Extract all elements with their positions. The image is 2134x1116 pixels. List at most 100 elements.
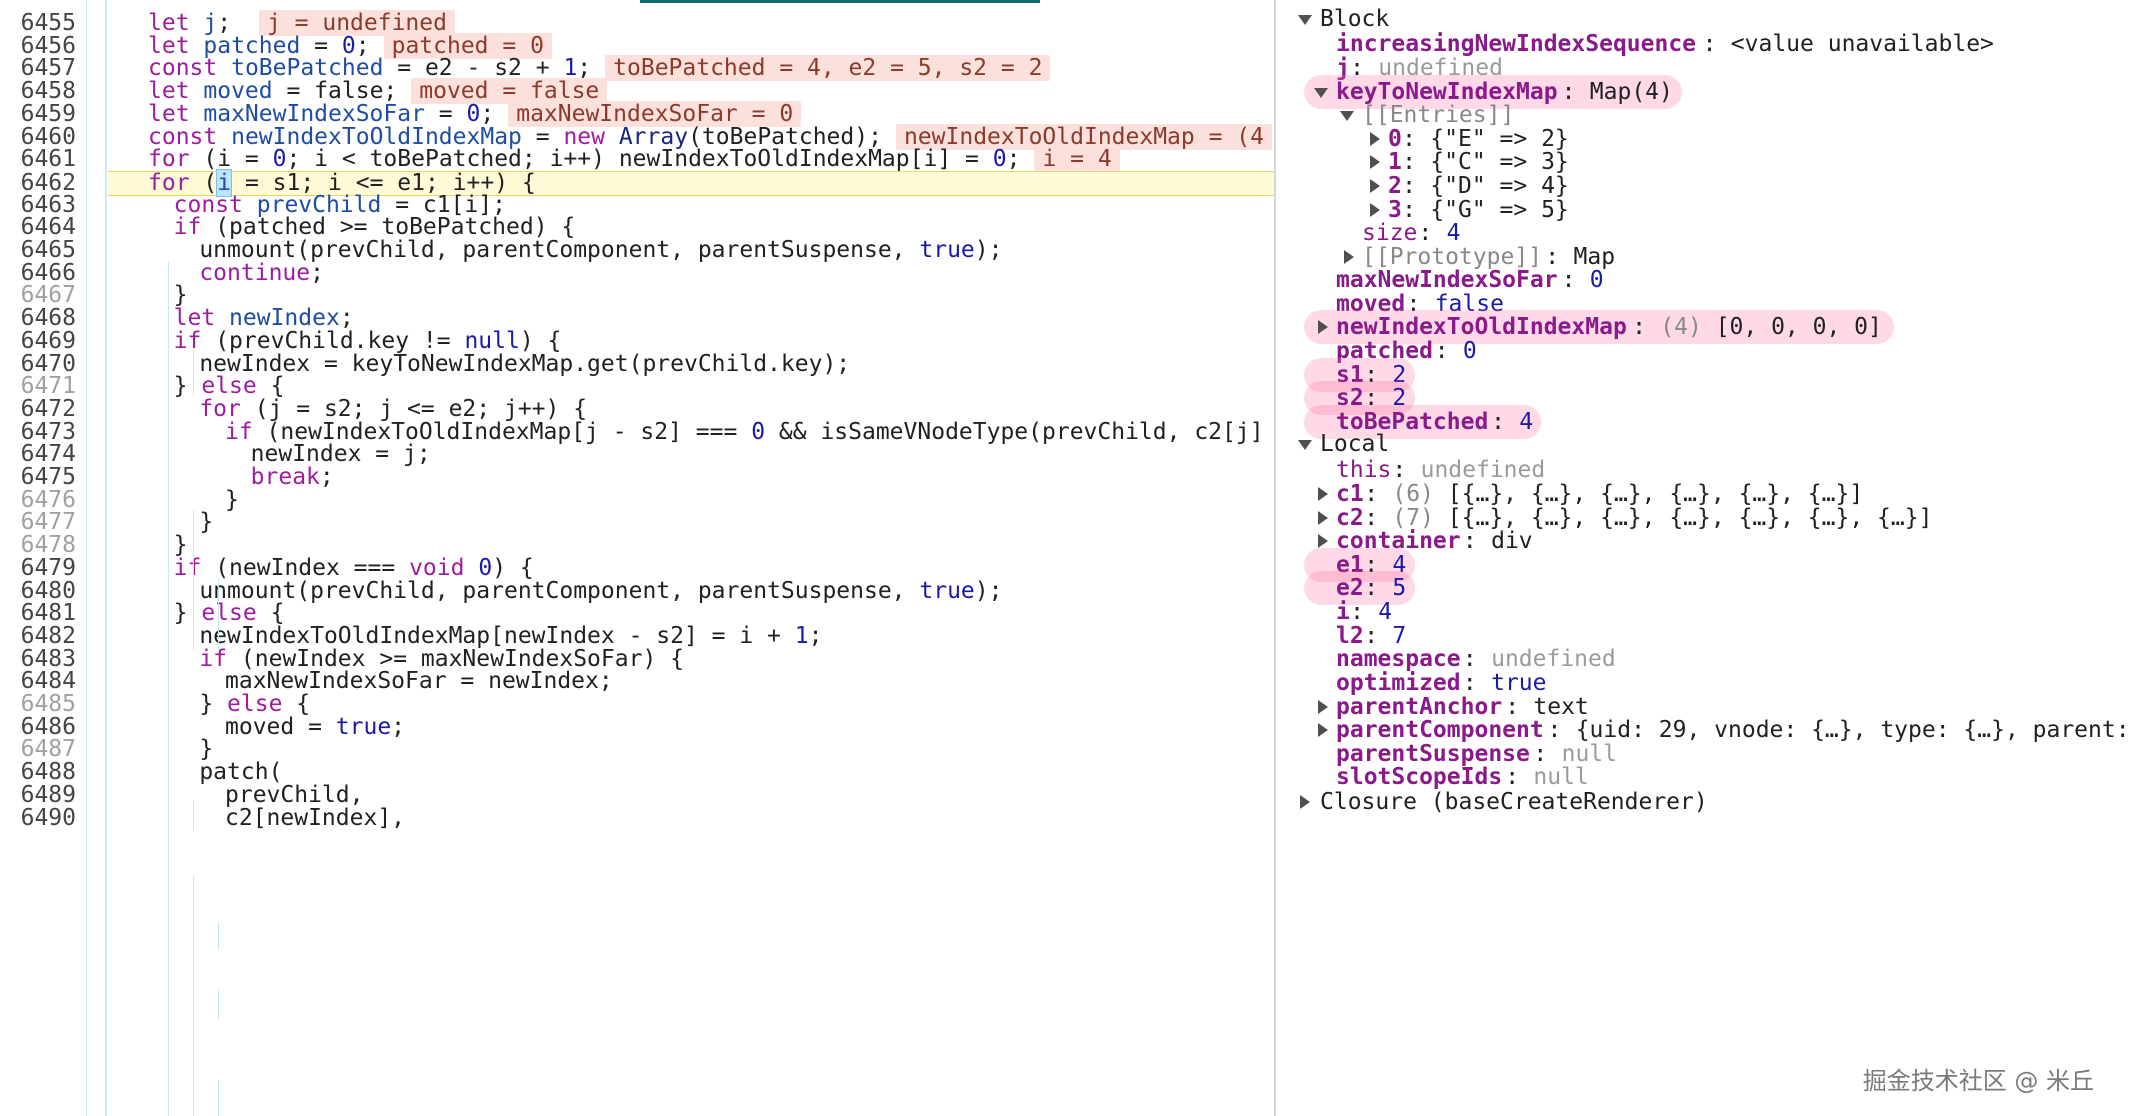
code-line[interactable]: 6467}	[0, 284, 1274, 307]
line-source: const prevChild = c1[i];	[174, 193, 506, 217]
line-number[interactable]: 6482	[0, 625, 76, 648]
collapsed-triangle-icon[interactable]	[1318, 699, 1328, 714]
code-line[interactable]: 6485} else {	[0, 693, 1274, 716]
line-number[interactable]: 6467	[0, 284, 76, 307]
code-line[interactable]: 6457 const toBePatched = e2 - s2 + 1; toBe…	[0, 55, 1274, 82]
code-line[interactable]: 6478}	[0, 534, 1274, 557]
line-number[interactable]: 6480	[0, 579, 76, 603]
line-number[interactable]: 6468	[0, 307, 76, 330]
line-number[interactable]: 6472	[0, 398, 76, 421]
collapsed-triangle-icon[interactable]	[1370, 178, 1380, 193]
code-line[interactable]: 6474 newIndex = j;	[0, 443, 1274, 466]
line-number[interactable]: 6487	[0, 738, 76, 761]
line-number[interactable]: 6471	[0, 375, 76, 398]
line-number[interactable]: 6476	[0, 488, 76, 512]
code-token: ;	[319, 464, 334, 490]
line-number[interactable]: 6486	[0, 715, 76, 739]
code-line[interactable]: 6473 if (newIndexToOldIndexMap[j - s2] ==…	[0, 420, 1274, 444]
collapsed-triangle-icon[interactable]	[1370, 131, 1380, 146]
collapsed-triangle-icon[interactable]	[1300, 795, 1310, 809]
code-line[interactable]: 6481} else {	[0, 602, 1274, 625]
line-number[interactable]: 6485	[0, 693, 76, 716]
collapsed-triangle-icon[interactable]	[1318, 723, 1328, 738]
code-line[interactable]: 6490 c2[newIndex],	[0, 806, 1274, 830]
line-number[interactable]: 6461	[0, 148, 76, 171]
code-line[interactable]: 6476}	[0, 488, 1274, 512]
line-number[interactable]: 6457	[0, 57, 76, 80]
collapsed-triangle-icon[interactable]	[1318, 320, 1328, 335]
code-token: }	[173, 600, 202, 627]
code-line[interactable]: 6466 continue;	[0, 261, 1274, 285]
collapsed-triangle-icon[interactable]	[1344, 249, 1354, 264]
code-line[interactable]: 6464 if (patched >= toBePatched) {	[0, 216, 1274, 239]
expanded-triangle-icon[interactable]	[1314, 87, 1328, 98]
code-line[interactable]: 6472 for (j = s2; j <= e2; j++) {	[0, 397, 1274, 421]
line-number[interactable]: 6455	[0, 12, 76, 35]
line-number[interactable]: 6479	[0, 556, 76, 580]
line-number[interactable]: 6469	[0, 329, 76, 353]
code-line[interactable]: 6479 if (newIndex === void 0) {	[0, 556, 1274, 580]
code-line[interactable]: 6459 let maxNewIndexSoFar = 0; maxNewIndex…	[0, 100, 1274, 127]
code-line[interactable]: 6461 for (i = 0; i < toBePatched; i++) ne…	[0, 146, 1274, 173]
line-number[interactable]: 6458	[0, 80, 76, 103]
code-line[interactable]: 6463 const prevChild = c1[i];	[0, 193, 1274, 217]
code-line[interactable]: 6470 newIndex = keyToNewIndexMap.get(prev…	[0, 352, 1274, 376]
source-code-pane[interactable]: 6455 let j; j = undefined 6456 let patched …	[0, 0, 1276, 1116]
code-line[interactable]: 6456 let patched = 0; patched = 0	[0, 32, 1274, 59]
indent-guide	[106, 0, 107, 1116]
collapsed-triangle-icon[interactable]	[1370, 202, 1380, 217]
code-token: ;	[808, 622, 823, 649]
code-line[interactable]: 6477}	[0, 511, 1274, 534]
line-number[interactable]: 6473	[0, 420, 76, 444]
line-number[interactable]: 6481	[0, 602, 76, 625]
code-line[interactable]: 6489 prevChild,	[0, 783, 1274, 807]
line-source: let maxNewIndexSoFar = 0; maxNewIndexSoFa…	[148, 100, 802, 127]
line-number[interactable]: 6489	[0, 783, 76, 807]
collapsed-triangle-icon[interactable]	[1318, 510, 1328, 525]
line-number[interactable]: 6477	[0, 511, 76, 534]
code-line[interactable]: 6471} else {	[0, 375, 1274, 398]
line-number[interactable]: 6464	[0, 216, 76, 239]
scope-panel[interactable]: Block increasingNewIndexSequence: <value u…	[1276, 0, 2134, 1116]
indent-guide	[193, 800, 194, 830]
scope-section-closure[interactable]: Closure (baseCreateRenderer)	[1276, 786, 2134, 818]
collapsed-triangle-icon[interactable]	[1318, 486, 1328, 501]
line-number[interactable]: 6456	[0, 34, 76, 58]
code-line[interactable]: 6484 maxNewIndexSoFar = newIndex;	[0, 670, 1274, 693]
line-number[interactable]: 6460	[0, 125, 76, 149]
code-line[interactable]: 6488 patch(	[0, 761, 1274, 784]
line-number[interactable]: 6470	[0, 352, 76, 376]
line-source: moved = true;	[225, 715, 405, 739]
line-number[interactable]: 6483	[0, 647, 76, 671]
code-line[interactable]: 6458 let moved = false; moved = false	[0, 78, 1274, 105]
line-number[interactable]: 6459	[0, 102, 76, 126]
line-source: let moved = false; moved = false	[148, 78, 608, 105]
line-number[interactable]: 6466	[0, 261, 76, 285]
expanded-triangle-icon[interactable]	[1298, 440, 1312, 450]
code-line[interactable]: 6487}	[0, 738, 1274, 761]
line-number[interactable]: 6475	[0, 466, 76, 489]
line-number[interactable]: 6465	[0, 239, 76, 262]
line-number[interactable]: 6474	[0, 443, 76, 466]
collapsed-triangle-icon[interactable]	[1370, 155, 1380, 170]
code-line[interactable]: 6469 if (prevChild.key != null) {	[0, 329, 1274, 353]
code-token: break	[250, 464, 320, 490]
collapsed-triangle-icon[interactable]	[1318, 534, 1328, 549]
line-number[interactable]: 6463	[0, 193, 76, 217]
code-line[interactable]: 6468 let newIndex;	[0, 307, 1274, 330]
expanded-triangle-icon[interactable]	[1340, 111, 1354, 122]
code-line[interactable]: 6460 const newIndexToOldIndexMap = new Ar…	[0, 123, 1274, 150]
line-number[interactable]: 6490	[0, 806, 76, 830]
expanded-triangle-icon[interactable]	[1298, 15, 1312, 25]
code-line[interactable]: 6455 let j; j = undefined	[0, 10, 1274, 36]
code-line[interactable]: 6480 unmount(prevChild, parentComponent, …	[0, 579, 1274, 603]
code-line[interactable]: 6465 unmount(prevChild, parentComponent, …	[0, 239, 1274, 262]
line-source: if (newIndex === void 0) {	[174, 556, 534, 580]
line-number[interactable]: 6488	[0, 761, 76, 784]
line-number[interactable]: 6478	[0, 534, 76, 557]
code-line[interactable]: 6475 break;	[0, 466, 1274, 489]
code-line[interactable]: 6483 if (newIndex >= maxNewIndexSoFar) {	[0, 647, 1274, 671]
code-line[interactable]: 6482 newIndexToOldIndexMap[newIndex - s2]…	[0, 622, 1274, 649]
line-number[interactable]: 6484	[0, 670, 76, 693]
code-line[interactable]: 6486 moved = true;	[0, 715, 1274, 739]
